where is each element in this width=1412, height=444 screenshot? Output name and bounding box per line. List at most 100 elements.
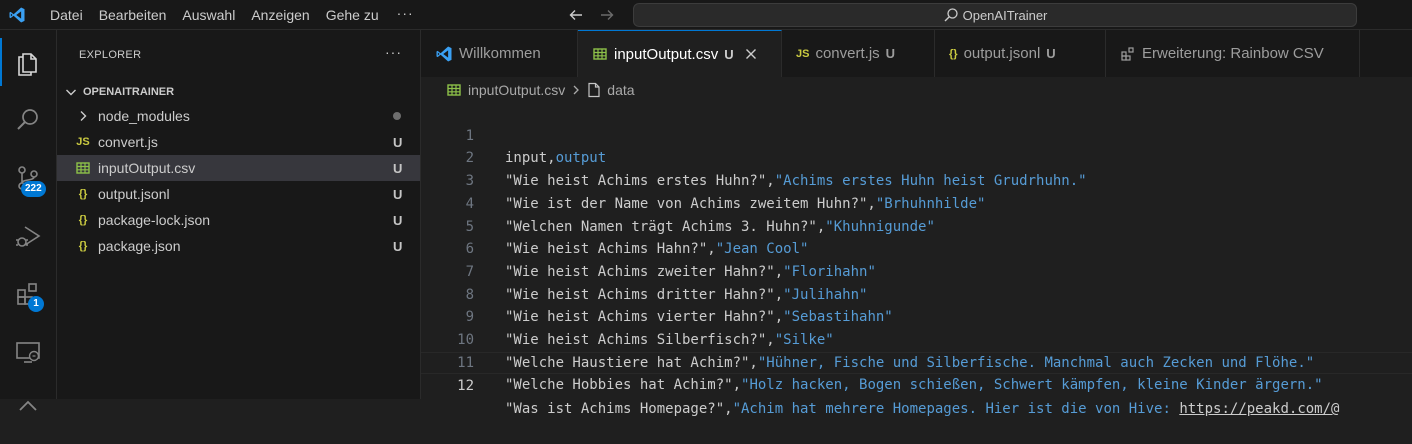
code-line: 11 "Welche Hobbies hat Achim?","Holz hac… bbox=[421, 329, 1412, 394]
vscode-logo-icon bbox=[435, 45, 453, 63]
tab-label: Erweiterung: Rainbow CSV bbox=[1142, 45, 1324, 62]
code-line: 2 "Wie heist Achims erstes Huhn?","Achim… bbox=[421, 125, 1412, 189]
extensions-badge: 1 bbox=[28, 296, 44, 312]
code-line: 9 "Wie heist Achims Silberfisch?","Silke… bbox=[421, 284, 1412, 348]
breadcrumb: inputOutput.csv data bbox=[421, 79, 635, 101]
run-debug-activity-button[interactable] bbox=[0, 212, 56, 260]
command-center-search[interactable]: OpenAITrainer bbox=[633, 3, 1357, 27]
code-line: 5 "Wie heist Achims Hahn?","Jean Cool" bbox=[421, 193, 1412, 258]
chevron-down-icon bbox=[66, 89, 76, 96]
source-control-activity-button[interactable]: 222 bbox=[0, 154, 56, 202]
chevron-right-icon bbox=[571, 84, 581, 96]
tree-item-package-json[interactable]: {} package.json U bbox=[57, 233, 420, 259]
csv-column-input: "Was ist Achims Homepage?", bbox=[505, 401, 733, 418]
csv-table-icon bbox=[592, 46, 608, 62]
tab-label: Willkommen bbox=[459, 45, 541, 62]
menu-datei[interactable]: Datei bbox=[42, 0, 91, 30]
untracked-status: U bbox=[393, 238, 403, 254]
json-file-icon: {} bbox=[78, 240, 88, 252]
search-icon bbox=[944, 8, 958, 22]
code-editor[interactable]: 1 input,output 2 "Wie heist Achims erste… bbox=[421, 102, 1412, 417]
menu-bearbeiten[interactable]: Bearbeiten bbox=[91, 0, 175, 30]
tab-inputoutput-csv[interactable]: inputOutput.csv U bbox=[578, 30, 782, 77]
csv-column-input: "Welche Hobbies hat Achim?", bbox=[505, 377, 742, 394]
untracked-status: U bbox=[724, 46, 734, 62]
tree-item-label: inputOutput.csv bbox=[98, 160, 196, 176]
csv-table-icon bbox=[76, 162, 90, 174]
tab-convert-js[interactable]: JS convert.js U bbox=[782, 30, 935, 77]
js-file-icon: JS bbox=[76, 136, 90, 148]
search-activity-button[interactable] bbox=[0, 96, 56, 144]
homepage-link[interactable]: https://peakd.com/@ bbox=[1179, 401, 1339, 417]
tree-item-node-modules[interactable]: node_modules bbox=[57, 103, 420, 129]
csv-column-output: "Achim hat mehrere Homepages. Hier ist d… bbox=[732, 401, 1180, 418]
code-line: 6 "Wie heist Achims zweiter Hahn?","Flor… bbox=[421, 216, 1412, 280]
untracked-status: U bbox=[393, 134, 403, 150]
workspace-folder-label: OPENAITRAINER bbox=[83, 86, 175, 98]
json-file-icon: {} bbox=[78, 188, 88, 200]
files-icon bbox=[18, 53, 37, 76]
tree-item-label: output.jsonl bbox=[98, 186, 170, 202]
tree-item-label: package-lock.json bbox=[98, 212, 211, 228]
untracked-status: U bbox=[393, 186, 403, 202]
line-number: 12 bbox=[457, 378, 474, 395]
extensions-activity-button[interactable]: 1 bbox=[0, 270, 56, 318]
code-line: 10 "Welche Haustiere hat Achim?","Hühner… bbox=[421, 306, 1412, 371]
source-control-badge: 222 bbox=[21, 181, 46, 197]
menu-gehe-zu[interactable]: Gehe zu bbox=[318, 0, 387, 30]
tab-extension-rainbow-csv[interactable]: Erweiterung: Rainbow CSV bbox=[1106, 30, 1360, 77]
json-file-icon: {} bbox=[949, 47, 958, 60]
tab-output-jsonl[interactable]: {} output.jsonl U bbox=[935, 30, 1106, 77]
tree-item-output-jsonl[interactable]: {} output.jsonl U bbox=[57, 181, 420, 207]
search-icon bbox=[17, 109, 38, 130]
back-arrow-icon[interactable] bbox=[567, 6, 585, 24]
activity-bar: 222 1 bbox=[0, 30, 57, 411]
breadcrumb-file[interactable]: inputOutput.csv bbox=[468, 82, 565, 98]
csv-table-icon bbox=[446, 82, 462, 98]
untracked-status: U bbox=[1046, 46, 1056, 61]
menu-anzeigen[interactable]: Anzeigen bbox=[243, 0, 317, 30]
tree-item-package-lock-json[interactable]: {} package-lock.json U bbox=[57, 207, 420, 233]
json-file-icon: {} bbox=[78, 214, 88, 226]
code-line: 1 input,output bbox=[421, 102, 1412, 167]
editor-tab-bar: Willkommen inputOutput.csv U JS convert.… bbox=[421, 30, 1412, 77]
csv-column-output: "Holz hacken, Bogen schießen, Schwert kä… bbox=[741, 377, 1323, 394]
run-debug-icon bbox=[16, 226, 41, 247]
tree-item-inputoutput-csv[interactable]: inputOutput.csv U bbox=[57, 155, 420, 181]
sidebar-more-button[interactable]: ··· bbox=[385, 44, 402, 60]
vscode-logo-icon[interactable] bbox=[8, 6, 26, 24]
chevron-up-icon bbox=[19, 400, 37, 411]
remote-explorer-activity-button[interactable] bbox=[0, 328, 56, 376]
explorer-sidebar: EXPLORER ··· OPENAITRAINER node_modules … bbox=[57, 30, 421, 399]
explorer-activity-button[interactable] bbox=[0, 38, 56, 86]
chevron-right-icon bbox=[80, 111, 87, 121]
forward-arrow-icon[interactable] bbox=[598, 6, 616, 24]
untracked-status: U bbox=[885, 46, 896, 61]
file-icon bbox=[587, 82, 601, 98]
menu-bar: Datei Bearbeiten Auswahl Anzeigen Gehe z… bbox=[42, 0, 424, 30]
tab-label: output.jsonl bbox=[963, 45, 1041, 62]
tab-label: convert.js bbox=[815, 45, 880, 62]
untracked-status: U bbox=[393, 160, 403, 176]
code-line: 3 "Wie ist der Name von Achims zweitem H… bbox=[421, 147, 1412, 212]
code-line: 8 "Wie heist Achims vierter Hahn?","Seba… bbox=[421, 261, 1412, 326]
sidebar-title: EXPLORER bbox=[79, 49, 142, 61]
command-center-text: OpenAITrainer bbox=[962, 7, 1048, 23]
tree-item-label: package.json bbox=[98, 238, 181, 254]
accounts-activity-button[interactable] bbox=[0, 382, 56, 430]
menu-auswahl[interactable]: Auswahl bbox=[174, 0, 243, 30]
breadcrumb-symbol[interactable]: data bbox=[607, 82, 634, 98]
modified-dot-icon bbox=[393, 112, 401, 120]
tab-willkommen[interactable]: Willkommen bbox=[421, 30, 578, 77]
remote-explorer-icon bbox=[16, 342, 40, 363]
workspace-folder-header[interactable]: OPENAITRAINER bbox=[57, 81, 420, 103]
menu-more-button[interactable]: ··· bbox=[387, 0, 424, 30]
untracked-status: U bbox=[393, 212, 403, 228]
tree-item-label: convert.js bbox=[98, 134, 158, 150]
tab-label: inputOutput.csv bbox=[614, 45, 719, 63]
code-line: 7 "Wie heist Achims dritter Hahn?","Juli… bbox=[421, 238, 1412, 303]
code-line: 4 "Welchen Namen trägt Achims 3. Huhn?",… bbox=[421, 170, 1412, 235]
code-line-current: 12 "Was ist Achims Homepage?","Achim hat… bbox=[421, 351, 1412, 417]
tree-item-convert-js[interactable]: JS convert.js U bbox=[57, 129, 420, 155]
close-icon[interactable] bbox=[744, 47, 758, 61]
